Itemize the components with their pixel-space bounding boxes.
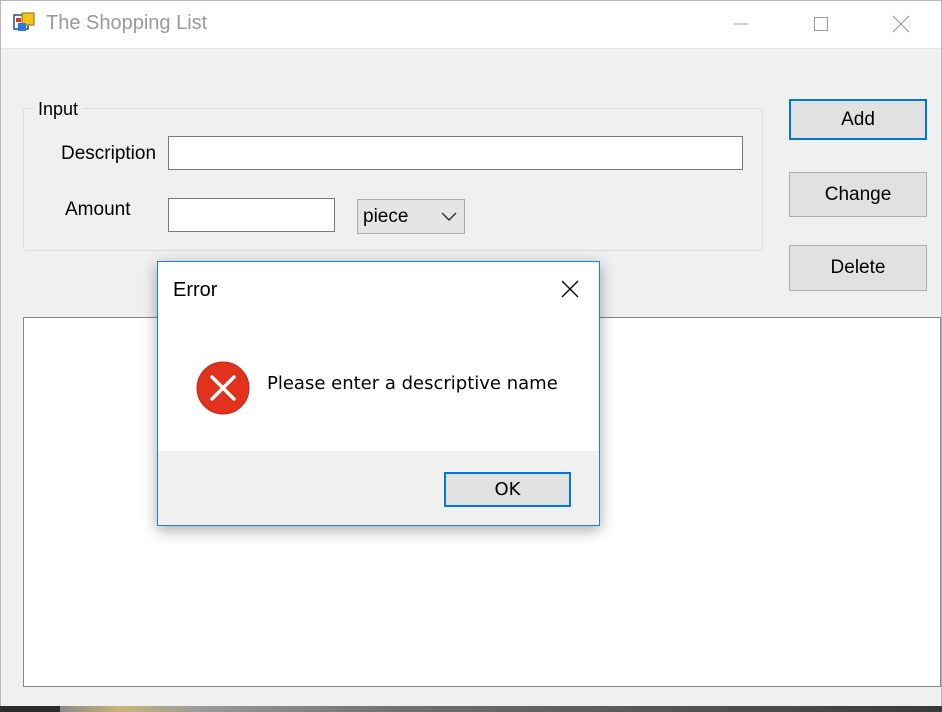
delete-button[interactable]: Delete — [789, 245, 927, 291]
ok-button[interactable]: OK — [444, 472, 571, 507]
dialog-footer: OK — [158, 451, 599, 525]
chevron-down-icon — [441, 212, 457, 222]
title-bar[interactable]: The Shopping List — [1, 1, 941, 49]
close-icon — [561, 280, 579, 298]
minimize-icon — [734, 23, 748, 24]
add-button[interactable]: Add — [789, 99, 927, 140]
dialog-title: Error — [173, 279, 218, 301]
description-label: Description — [61, 143, 157, 164]
unit-dropdown-value: piece — [363, 206, 409, 227]
amount-input[interactable] — [168, 198, 335, 232]
error-icon — [196, 361, 250, 415]
maximize-icon — [814, 16, 828, 31]
description-input[interactable] — [168, 136, 743, 170]
app-icon — [13, 12, 35, 31]
close-icon — [892, 15, 910, 32]
error-dialog: Error Please enter a descriptive name OK — [157, 261, 600, 526]
amount-label: Amount — [65, 199, 131, 220]
minimize-button[interactable] — [701, 1, 781, 46]
input-group-legend: Input — [34, 99, 83, 120]
dialog-message: Please enter a descriptive name — [267, 373, 558, 394]
unit-dropdown[interactable]: piece — [357, 199, 465, 234]
window-title: The Shopping List — [46, 12, 208, 34]
dialog-close-button[interactable] — [553, 272, 587, 306]
maximize-button[interactable] — [781, 1, 861, 46]
taskbar-edge — [0, 706, 942, 712]
window-close-button[interactable] — [861, 1, 941, 46]
change-button[interactable]: Change — [789, 172, 927, 217]
